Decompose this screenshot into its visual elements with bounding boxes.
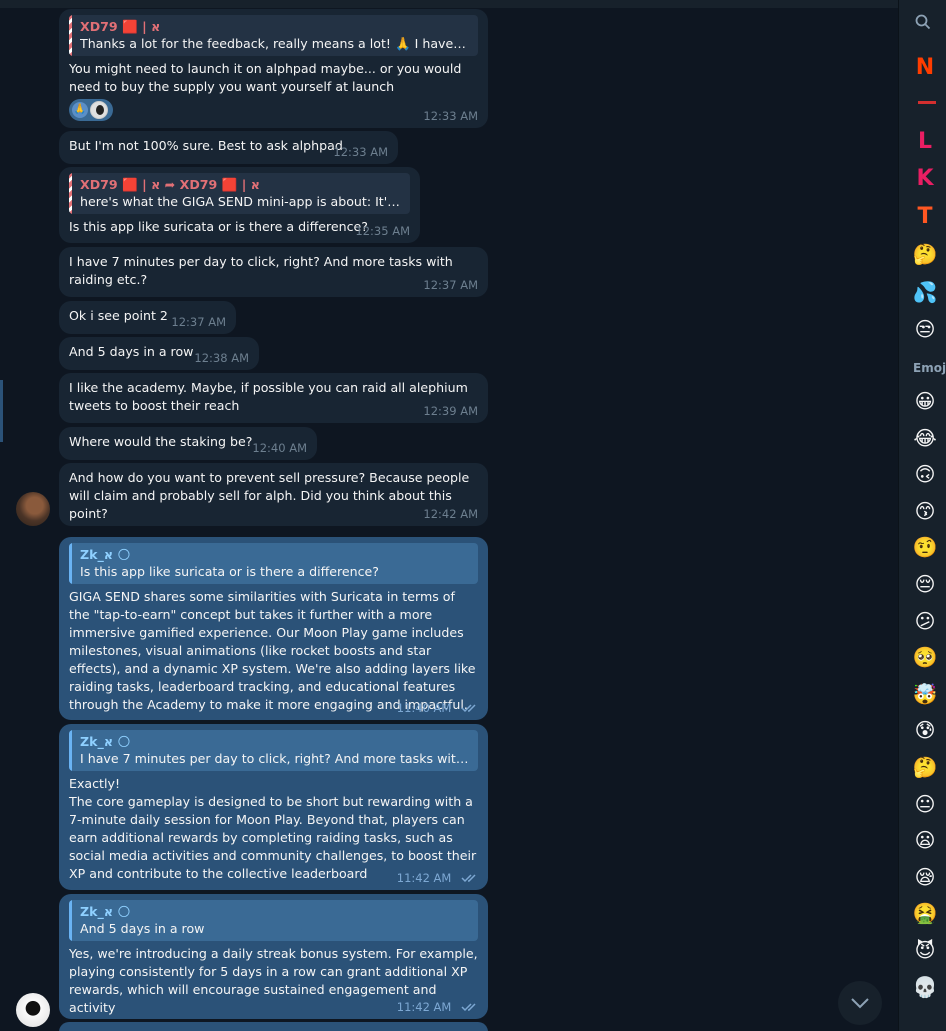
reply-text: Thanks a lot for the feedback, really me…: [80, 36, 470, 51]
emoji-item[interactable]: 😔: [912, 571, 938, 597]
reply-text: here's what the GIGA SEND mini-app is ab…: [80, 194, 402, 209]
scroll-down-button[interactable]: [838, 981, 882, 1025]
emoji-item[interactable]: 😂: [912, 425, 938, 451]
message-bubble[interactable]: But I'm not 100% sure. Best to ask alphp…: [59, 131, 398, 164]
message-bubble[interactable]: I like the academy. Maybe, if possible y…: [59, 373, 488, 423]
sticker-pack-3[interactable]: K: [912, 165, 938, 191]
emoji-item[interactable]: 😪: [912, 864, 938, 890]
emoji-item[interactable]: 😦: [912, 827, 938, 853]
emoji-item[interactable]: 😈: [912, 937, 938, 963]
sticker-pack-emoji[interactable]: 😒: [912, 316, 938, 342]
emoji-item[interactable]: 🙃: [912, 461, 938, 487]
message-text: Exactly! The core gameplay is designed t…: [69, 776, 477, 881]
emoji-search-button[interactable]: [905, 8, 941, 36]
sticker-pack-emoji[interactable]: 💦: [912, 279, 938, 305]
chat-list-edge: [0, 380, 3, 442]
message-bubble[interactable]: And how do you want to prevent sell pres…: [59, 463, 488, 526]
message-time: 12:42 AM: [423, 507, 478, 521]
message-time: 12:35 AM: [355, 224, 410, 238]
emoji-item[interactable]: 🥺: [912, 644, 938, 670]
message-time: 12:33 AM: [423, 109, 478, 123]
reply-sender: Zk_א 🌕: [80, 734, 131, 749]
emoji-item[interactable]: 🤯: [912, 681, 938, 707]
message-text: And 5 days in a row: [69, 344, 194, 359]
message-bubble[interactable]: XD79 🟥 | א ➦ XD79 🟥 | א here's what the …: [59, 167, 420, 243]
message-time-status: 11:42 AM: [397, 998, 478, 1016]
search-icon: [915, 14, 931, 30]
reply-sender: Zk_א 🌕: [80, 547, 131, 562]
message-time: 12:38 AM: [194, 351, 249, 365]
message-time: 12:40 AM: [252, 441, 307, 455]
message-bubble[interactable]: XD79 🟥 | א Thanks a lot for the feedback…: [59, 9, 488, 128]
sender-avatar[interactable]: [16, 492, 50, 526]
emoji-section-label: Emoji: [913, 361, 946, 375]
emoji-item[interactable]: 😙: [912, 498, 938, 524]
message-time: 12:39 AM: [423, 404, 478, 418]
emoji-item[interactable]: 🤨: [912, 534, 938, 560]
message-bubble-partial[interactable]: [59, 1022, 488, 1031]
sender-avatar[interactable]: [16, 993, 50, 1027]
reply-text: And 5 days in a row: [80, 921, 205, 936]
emoji-item[interactable]: 😕: [912, 608, 938, 634]
message-time: 11:42 AM: [396, 871, 452, 885]
reply-preview[interactable]: XD79 🟥 | א Thanks a lot for the feedback…: [69, 15, 478, 56]
message-bubble[interactable]: Ok i see point 2 12:37 AM: [59, 301, 236, 334]
reactor-avatar: [90, 101, 108, 119]
message-text: I like the academy. Maybe, if possible y…: [69, 380, 472, 413]
reply-preview[interactable]: XD79 🟥 | א ➦ XD79 🟥 | א here's what the …: [69, 173, 410, 214]
reply-preview[interactable]: Zk_א 🌕 And 5 days in a row: [69, 900, 478, 941]
message-bubble[interactable]: And 5 days in a row 12:38 AM: [59, 337, 259, 370]
reply-sender: Zk_א 🌕: [80, 904, 131, 919]
message-text: I have 7 minutes per day to click, right…: [69, 254, 457, 287]
emoji-item[interactable]: 🤮: [912, 900, 938, 926]
message-text: GIGA SEND shares some similarities with …: [69, 589, 480, 712]
message-text: Ok i see point 2: [69, 308, 168, 323]
message-text: Where would the staking be?: [69, 434, 253, 449]
double-check-icon: [461, 874, 476, 883]
message-bubble[interactable]: Where would the staking be? 12:40 AM: [59, 427, 317, 460]
chevron-down-icon: [851, 998, 869, 1009]
reply-preview[interactable]: Zk_א 🌕 I have 7 minutes per day to click…: [69, 730, 478, 771]
sticker-pack-2[interactable]: L: [912, 128, 938, 154]
message-bubble[interactable]: Zk_א 🌕 Is this app like suricata or is t…: [59, 537, 488, 720]
emoji-item[interactable]: 😀: [912, 388, 938, 414]
emoji-item[interactable]: 💀: [912, 974, 938, 1000]
reply-preview[interactable]: Zk_א 🌕 Is this app like suricata or is t…: [69, 543, 478, 584]
pray-reaction-icon: 🙏: [72, 102, 88, 118]
sticker-pack-emoji[interactable]: 🤔: [912, 241, 938, 267]
message-text: And how do you want to prevent sell pres…: [69, 470, 474, 521]
double-check-icon: [461, 1003, 476, 1012]
chat-header-edge: [0, 0, 898, 8]
message-time: 12:37 AM: [423, 278, 478, 292]
reply-sender: XD79 🟥 | א: [80, 19, 161, 34]
reply-sender: XD79 🟥 | א ➦ XD79 🟥 | א: [80, 177, 260, 192]
message-bubble[interactable]: I have 7 minutes per day to click, right…: [59, 247, 488, 297]
message-time-status: 11:42 AM: [397, 869, 478, 887]
message-time: 12:37 AM: [171, 315, 226, 329]
message-text: But I'm not 100% sure. Best to ask alphp…: [69, 138, 343, 153]
message-text: You might need to launch it on alphpad m…: [69, 61, 466, 94]
message-bubble[interactable]: Zk_א 🌕 And 5 days in a row Yes, we're in…: [59, 894, 488, 1019]
reaction-pill[interactable]: 🙏: [69, 99, 113, 121]
message-time: 12:33 AM: [333, 145, 388, 159]
reaction-bar[interactable]: 🙏: [69, 99, 478, 121]
emoji-item[interactable]: 🤔: [912, 754, 938, 780]
sticker-pack-4[interactable]: T: [912, 203, 938, 229]
emoji-item[interactable]: 😐: [912, 791, 938, 817]
reply-text: Is this app like suricata or is there a …: [80, 564, 379, 579]
chat-area: XD79 🟥 | א Thanks a lot for the feedback…: [0, 0, 898, 1031]
reply-text: I have 7 minutes per day to click, right…: [80, 751, 470, 766]
message-bubble[interactable]: Zk_א 🌕 I have 7 minutes per day to click…: [59, 724, 488, 890]
pack-divider-icon: [918, 101, 936, 104]
sticker-pack-1[interactable]: N: [912, 54, 938, 80]
double-check-icon: [461, 704, 476, 713]
emoji-item[interactable]: 😰: [912, 717, 938, 743]
message-time: 11:42 AM: [396, 1000, 452, 1014]
message-time-status: 11:40 AM: [397, 699, 478, 717]
message-time: 11:40 AM: [396, 701, 452, 715]
